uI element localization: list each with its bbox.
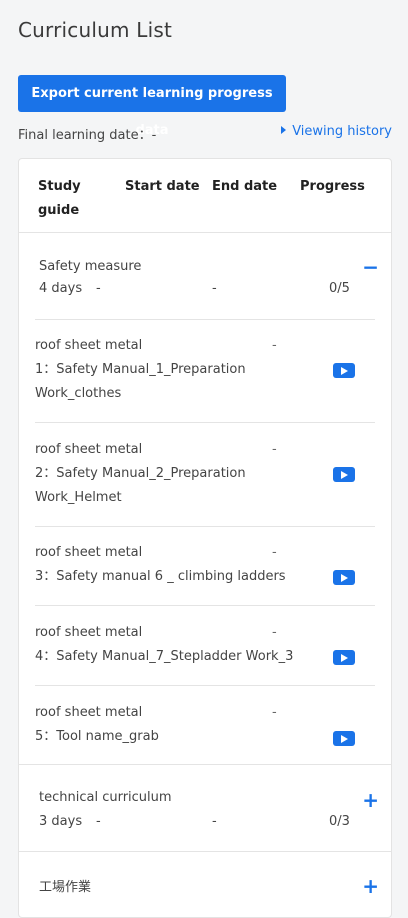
lesson-item[interactable]: roof sheet metal - 1：Safety Manual_1_Pre… [19, 334, 391, 424]
viewing-history-label: Viewing history [292, 124, 392, 139]
group-safety-measure: Safety measure − 4 days - - 0/5 roof she… [19, 234, 391, 764]
lesson-title: 4：Safety Manual_7_Stepladder Work_3 [35, 649, 294, 664]
header-end-date: End date [212, 179, 278, 194]
export-progress-button[interactable]: Export current learning progress data [18, 75, 286, 138]
header-progress: Progress [300, 179, 365, 194]
group-factory-work: 工場作業 + [19, 851, 391, 911]
group-end-date: - [212, 281, 217, 296]
lesson-course: roof sheet metal [35, 338, 143, 353]
divider [35, 526, 375, 527]
divider [35, 685, 375, 686]
play-video-icon[interactable] [333, 650, 355, 665]
lesson-item[interactable]: roof sheet metal - 2：Safety Manual_2_Pre… [19, 438, 391, 528]
group-start-date: - [96, 281, 101, 296]
expand-toggle[interactable]: + [362, 790, 379, 810]
group-progress: 0/5 [329, 281, 350, 296]
lesson-title-cont: Work_Helmet [35, 490, 122, 505]
group-title: 工場作業 [39, 880, 92, 895]
lesson-item[interactable]: roof sheet metal - 5：Tool name_grab [19, 701, 391, 771]
curriculum-table: Study guide Start date End date Progress… [18, 158, 392, 918]
group-technical-curriculum: technical curriculum + 3 days - - 0/3 [19, 764, 391, 850]
group-duration: 4 days [39, 281, 83, 296]
group-end-date: - [212, 814, 217, 829]
group-title: Safety measure [39, 259, 142, 274]
lesson-dash: - [272, 625, 277, 640]
lesson-title: 2：Safety Manual_2_Preparation [35, 466, 246, 481]
collapse-toggle[interactable]: − [362, 257, 379, 277]
header-study-guide: Study guide [38, 179, 81, 218]
viewing-history-link[interactable]: Viewing history [281, 124, 392, 139]
group-progress: 0/3 [329, 814, 350, 829]
divider [35, 319, 375, 320]
lesson-title-cont: Work_clothes [35, 386, 122, 401]
group-duration: 3 days [39, 814, 83, 829]
lesson-dash: - [272, 338, 277, 353]
lesson-dash: - [272, 545, 277, 560]
lesson-title: 1：Safety Manual_1_Preparation [35, 362, 246, 377]
divider [35, 605, 375, 606]
lesson-title: 5：Tool name_grab [35, 729, 159, 744]
lesson-dash: - [272, 442, 277, 457]
play-video-icon[interactable] [333, 363, 355, 378]
expand-toggle[interactable]: + [362, 876, 379, 896]
lesson-dash: - [272, 705, 277, 720]
group-start-date: - [96, 814, 101, 829]
play-video-icon[interactable] [333, 467, 355, 482]
lesson-course: roof sheet metal [35, 705, 143, 720]
play-video-icon[interactable] [333, 570, 355, 585]
table-header: Study guide Start date End date Progress [19, 159, 391, 233]
lesson-item[interactable]: roof sheet metal - 4：Safety Manual_7_Ste… [19, 621, 391, 691]
play-video-icon[interactable] [333, 731, 355, 746]
lesson-course: roof sheet metal [35, 442, 143, 457]
page-title: Curriculum List [18, 18, 172, 42]
lesson-item[interactable]: roof sheet metal - 3：Safety manual 6 _ c… [19, 541, 391, 611]
lesson-course: roof sheet metal [35, 545, 143, 560]
lesson-course: roof sheet metal [35, 625, 143, 640]
divider [35, 422, 375, 423]
triangle-right-icon [281, 126, 287, 134]
header-start-date: Start date [125, 179, 200, 194]
group-title: technical curriculum [39, 790, 172, 805]
final-learning-date: Final learning date：- [18, 128, 157, 143]
lesson-title: 3：Safety manual 6 _ climbing ladders [35, 569, 286, 584]
